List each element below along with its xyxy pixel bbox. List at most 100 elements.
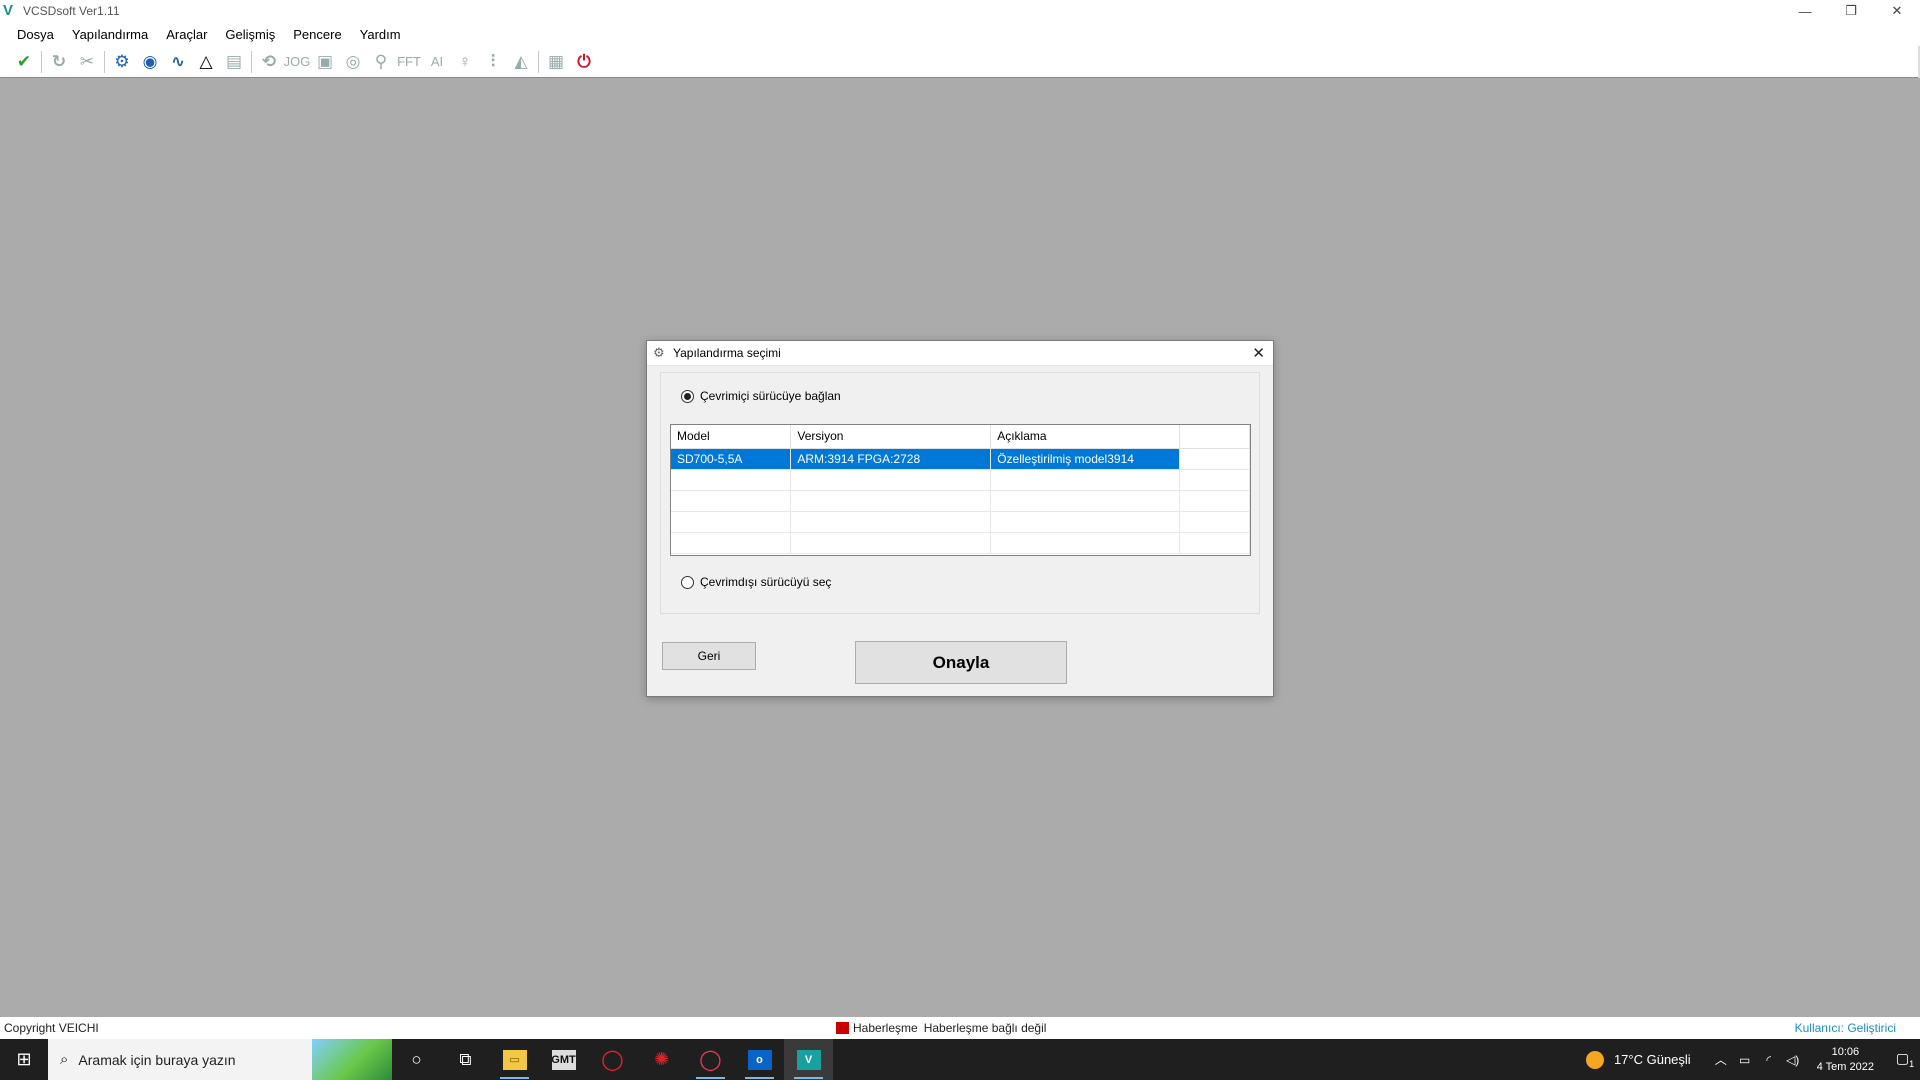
user-label: Kullanıcı: Geliştirici [1794,1021,1896,1035]
weather-sun-icon [1585,1050,1604,1069]
close-button[interactable]: ✕ [1874,0,1920,22]
chevron-up-icon[interactable]: ︿ [1709,1051,1733,1068]
communication-label: Haberleşme [853,1021,918,1035]
empty-table-row [671,532,1250,554]
cell-version[interactable]: ARM:3914 FPGA:2728 [790,448,992,470]
taskbar-search[interactable]: ⌕ Aramak için buraya yazın [48,1039,392,1080]
power-icon[interactable]: ⏻ [570,49,598,75]
connection-group: Çevrimiçi sürücüye bağlan Model Versiyon… [660,372,1260,614]
autotune-icon[interactable]: ⟲ [255,49,283,75]
column-header-version[interactable]: Versiyon [790,425,992,449]
column-header-description[interactable]: Açıklama [990,425,1181,449]
back-button[interactable]: Geri [662,642,756,670]
search-placeholder: Aramak için buraya yazın [78,1051,236,1068]
fft-button[interactable]: FFT [395,49,423,75]
toolbar-separator [538,50,539,73]
app-logo-icon: V [3,2,14,19]
copyright-text: Copyright VEICHI [4,1021,99,1035]
table-header-row: Model Versiyon Açıklama [671,425,1250,449]
menu-gelismis[interactable]: Gelişmiş [216,27,284,42]
monitor-eye-icon[interactable]: ◉ [136,49,164,75]
confirm-button[interactable]: Onayla [855,641,1067,684]
vcsdsoft-taskbar-icon[interactable]: V [784,1039,833,1080]
window-controls: — ❐ ✕ [1782,0,1920,22]
outlook-icon[interactable]: o [735,1039,784,1080]
cell-description[interactable]: Özelleştirilmiş model3914 [990,448,1181,470]
waveform-icon[interactable]: ∿ [164,49,192,75]
jog-button[interactable]: JOG [283,49,311,75]
dialog-title: Yapılandırma seçimi [673,346,781,360]
menu-araclar[interactable]: Araçlar [157,27,216,42]
toolbar-separator [41,50,42,73]
search-icon: ⌕ [60,1051,69,1068]
minimize-button[interactable]: — [1782,0,1828,22]
analysis-icon[interactable]: ◭ [507,49,535,75]
menu-yapilandirma[interactable]: Yapılandırma [63,27,157,42]
weather-text[interactable]: 17°C Güneşli [1614,1052,1691,1067]
system-tray: 17°C Güneşli ︿ ▭ ◜ ◁) 10:06 4 Tem 2022 ▢… [1585,1039,1920,1080]
window-title: VCSDsoft Ver1.11 [23,4,120,18]
gear-icon: ⚙ [653,345,665,360]
communication-led-icon [836,1022,849,1034]
wifi-icon[interactable]: ◜ [1757,1053,1781,1067]
battery-icon[interactable]: ▭ [1733,1053,1757,1067]
menu-pencere[interactable]: Pencere [284,27,350,42]
toolbar: ✔ ↻ ✂ ⚙ ◉ ∿ △ ▤ ⟲ JOG ▣ ◎ ⚲ FFT AI ♀ ⫶ ◭… [0,46,1920,78]
opera-gx-icon[interactable]: ◯ [686,1039,735,1080]
dialog-title-bar: ⚙ Yapılandırma seçimi ✕ [647,341,1273,366]
file-explorer-icon[interactable]: ▭ [490,1039,539,1080]
online-option[interactable]: Çevrimiçi sürücüye bağlan [681,389,841,403]
jog-panel-icon[interactable]: ▣ [311,49,339,75]
volume-icon[interactable]: ◁) [1781,1053,1805,1067]
column-header-empty [1179,425,1250,449]
cortana-icon[interactable]: ○ [392,1039,441,1080]
red-app-icon[interactable]: ✺ [637,1039,686,1080]
windows-start-icon[interactable]: ⊞ [0,1039,48,1080]
lightbulb-icon[interactable]: ♀ [451,49,479,75]
cell-model[interactable]: SD700-5,5A [671,448,792,470]
settings-gear-icon[interactable]: ⚙ [108,49,136,75]
notification-center-icon[interactable]: ▢1 [1890,1050,1920,1069]
clock-date: 4 Tem 2022 [1816,1060,1874,1073]
gmt-app-icon[interactable]: GMT [539,1039,588,1080]
link-icon[interactable]: ⚲ [367,49,395,75]
communication-status: Haberleşme Haberleşme bağlı değil [836,1021,1046,1035]
clock[interactable]: 10:06 4 Tem 2022 [1817,1045,1874,1075]
menu-yardim[interactable]: Yardım [351,27,410,42]
sliders-icon[interactable]: ⫶ [479,49,507,75]
opera-icon[interactable]: ◯ [588,1039,637,1080]
target-icon[interactable]: ◎ [339,49,367,75]
online-radio[interactable] [681,389,694,403]
ai-button[interactable]: AI [423,49,451,75]
search-highlight-image [312,1039,392,1080]
table-row[interactable]: SD700-5,5A ARM:3914 FPGA:2728 Özelleştir… [671,448,1250,470]
confirm-check-icon[interactable]: ✔ [10,49,38,75]
alarm-warning-icon[interactable]: △ [192,49,220,75]
offline-label: Çevrimdışı sürücüyü seç [700,575,832,589]
menu-dosya[interactable]: Dosya [8,27,63,42]
empty-table-row [671,490,1250,512]
tools-icon[interactable]: ✂ [73,49,101,75]
taskbar: ⊞ ⌕ Aramak için buraya yazın ○ ⧉ ▭ GMT ◯… [0,1039,1920,1080]
drive-table: Model Versiyon Açıklama SD700-5,5A ARM:3… [670,424,1251,556]
task-view-icon[interactable]: ⧉ [441,1039,490,1080]
menu-bar: Dosya Yapılandırma Araçlar Gelişmiş Penc… [0,22,1920,46]
parameter-list-icon[interactable]: ▤ [220,49,248,75]
column-header-model[interactable]: Model [671,425,792,449]
table-icon[interactable]: ▦ [542,49,570,75]
dialog-close-icon[interactable]: ✕ [1252,344,1265,362]
toolbar-separator [251,50,252,73]
cell-empty [1179,448,1250,470]
refresh-icon[interactable]: ↻ [45,49,73,75]
empty-table-row [671,469,1250,491]
offline-option[interactable]: Çevrimdışı sürücüyü seç [681,575,831,589]
empty-table-row [671,511,1250,533]
offline-radio[interactable] [681,575,694,589]
toolbar-separator [104,50,105,73]
online-label: Çevrimiçi sürücüye bağlan [700,389,841,403]
title-bar: V VCSDsoft Ver1.11 — ❐ ✕ [0,0,1920,22]
configuration-dialog: ⚙ Yapılandırma seçimi ✕ Çevrimiçi sürücü… [646,340,1274,697]
communication-status-text: Haberleşme bağlı değil [923,1021,1047,1035]
status-bar: Copyright VEICHI Haberleşme Haberleşme b… [0,1017,1920,1039]
restore-button[interactable]: ❐ [1828,0,1874,22]
